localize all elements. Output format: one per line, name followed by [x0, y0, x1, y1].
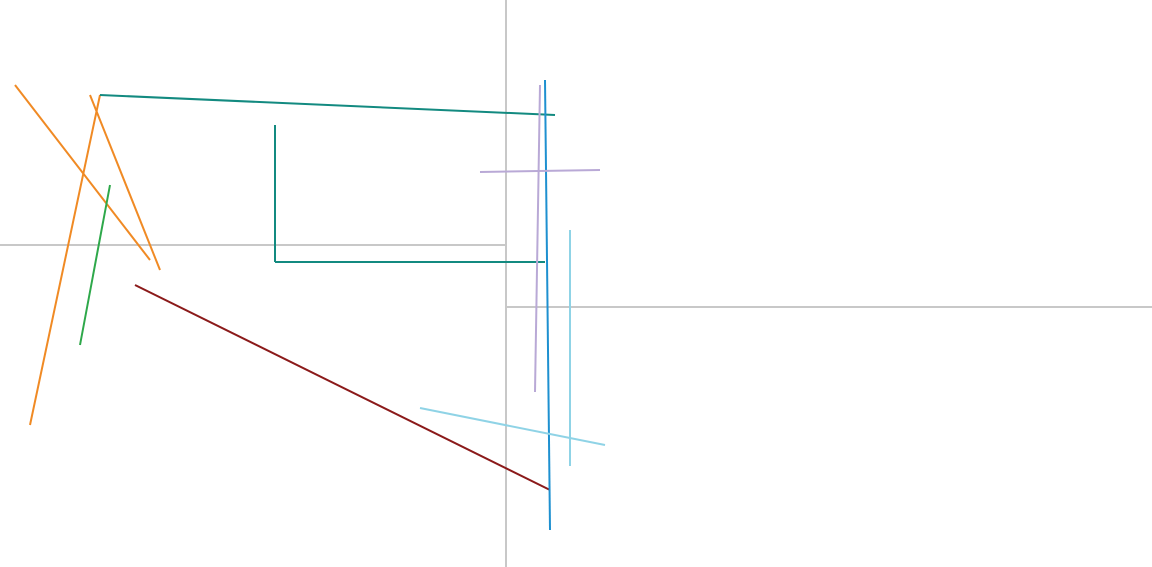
top-right-panel	[507, 0, 1152, 306]
bottom-right-panel	[507, 308, 1152, 567]
top-left-panel	[0, 0, 505, 244]
bottom-left-panel	[0, 246, 505, 567]
